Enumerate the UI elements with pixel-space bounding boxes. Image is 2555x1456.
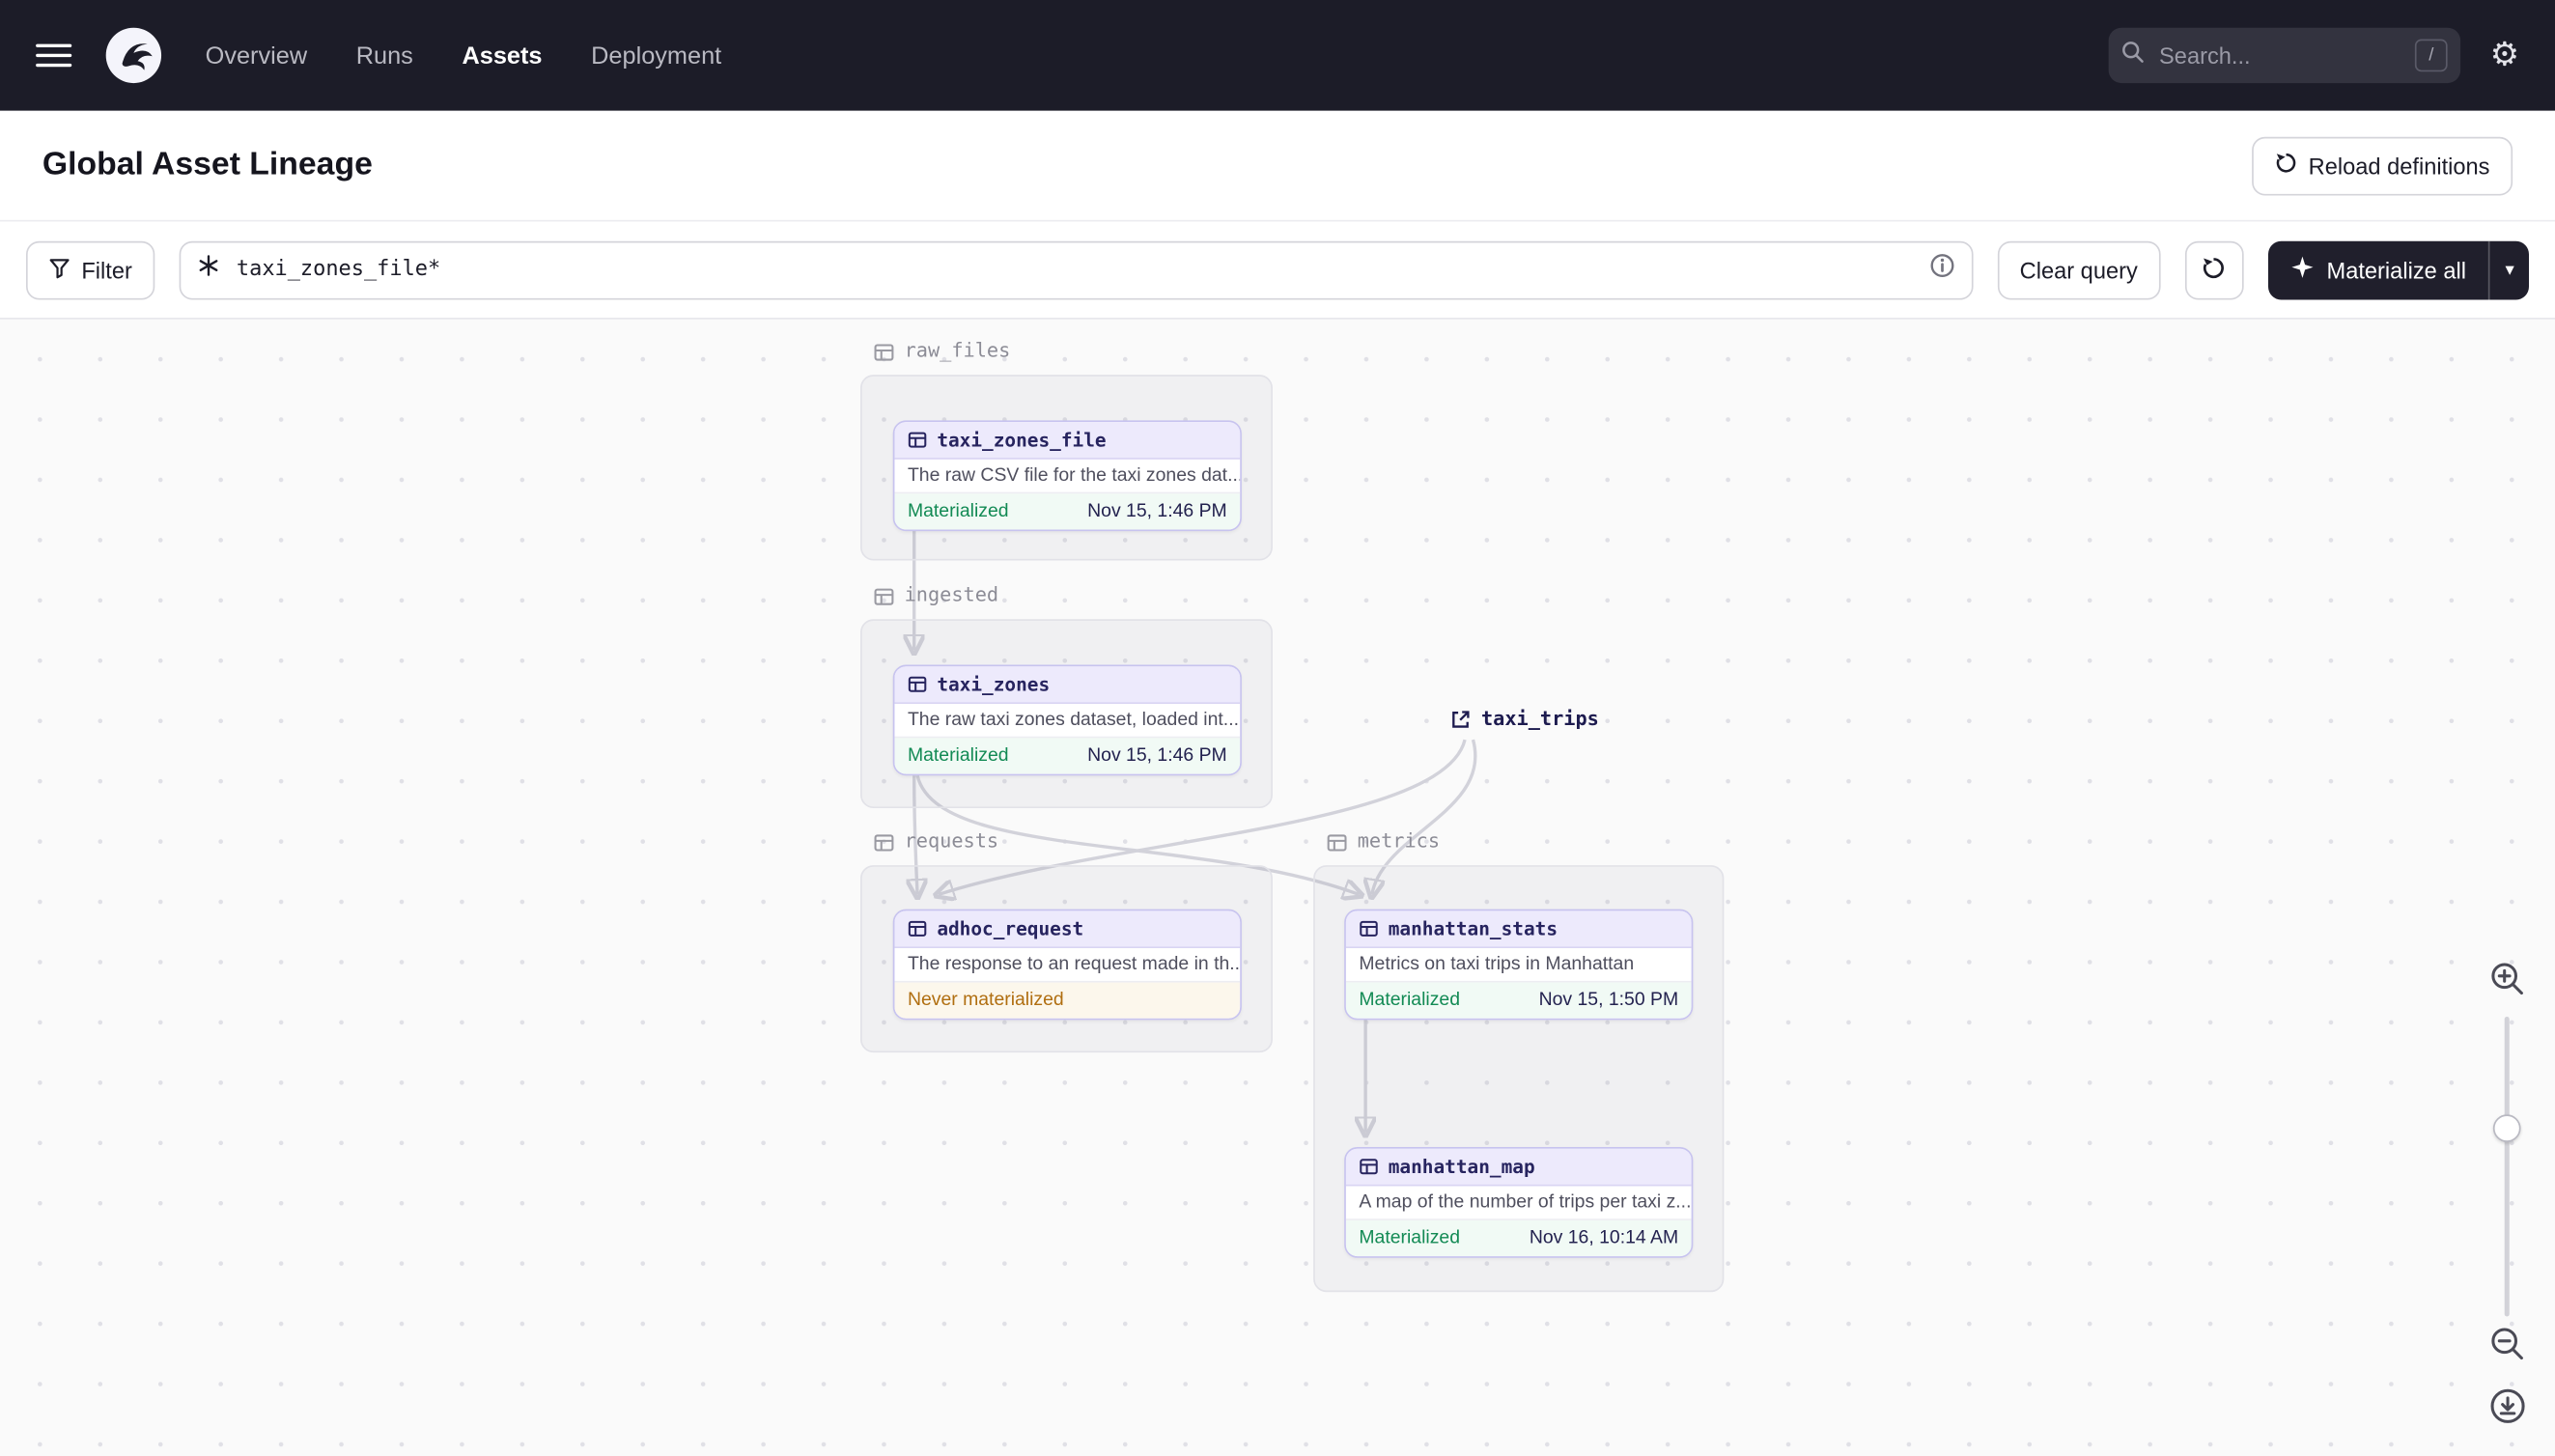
asset-description: Metrics on taxi trips in Manhattan [1345,948,1692,983]
group-label-ingested[interactable]: ingested [874,583,999,606]
dagster-logo-icon[interactable] [104,26,163,85]
nav-item-overview[interactable]: Overview [206,42,307,70]
filter-funnel-icon [49,257,70,283]
global-search[interactable]: / [2108,27,2461,84]
group-label-metrics[interactable]: metrics [1327,829,1440,853]
asset-status: Materialized [1359,1228,1460,1248]
materialize-all-button[interactable]: Materialize all [2268,240,2489,299]
info-icon[interactable] [1928,253,1954,287]
asset-title: taxi_zones_file [937,428,1107,452]
group-label-raw-files[interactable]: raw_files [874,339,1011,362]
nav-links: Overview Runs Assets Deployment [206,42,722,70]
reload-definitions-button[interactable]: Reload definitions [2251,135,2513,195]
dagster-app: Overview Runs Assets Deployment / ⚙ Glob… [0,0,2555,1456]
zoom-in-button[interactable] [2480,952,2534,1006]
search-icon [2121,40,2145,70]
table-icon [1360,1159,1378,1175]
materialize-all-split-button: Materialize all ▾ [2267,239,2529,299]
group-icon [874,343,894,360]
asset-node-adhoc-request[interactable]: adhoc_request The response to an request… [892,909,1242,1021]
materialize-all-label: Materialize all [2326,256,2466,283]
materialize-options-caret[interactable]: ▾ [2488,239,2529,299]
table-icon [1360,920,1378,937]
search-input[interactable] [2155,41,2343,70]
group-name: ingested [904,583,999,606]
nav-item-assets[interactable]: Assets [462,42,542,70]
clear-query-label: Clear query [2019,256,2138,283]
zoom-slider-track[interactable] [2503,1017,2509,1317]
top-navbar: Overview Runs Assets Deployment / ⚙ [0,0,2555,111]
table-icon [908,432,927,448]
filter-label: Filter [81,256,132,283]
asset-status: Materialized [1359,991,1460,1011]
hamburger-menu-icon[interactable] [36,43,72,68]
asset-timestamp: Nov 15, 1:46 PM [1087,745,1227,767]
table-icon [908,920,927,937]
sparkle-icon [2290,256,2314,284]
filter-button[interactable]: Filter [26,239,155,299]
settings-gear-icon[interactable]: ⚙ [2490,40,2519,72]
asset-description: The raw CSV file for the taxi zones dat.… [894,459,1241,494]
asset-selection-input[interactable] [233,255,1916,284]
zoom-slider-handle[interactable] [2492,1114,2521,1142]
asset-description: The response to an request made in th... [894,948,1241,983]
lineage-toolbar: Filter Clear query [0,221,2555,319]
group-name: metrics [1357,828,1441,853]
asset-description: A map of the number of trips per taxi z.… [1345,1186,1692,1220]
refresh-icon [2274,152,2297,180]
open-in-new-icon [1452,710,1470,727]
asset-node-taxi-zones-file[interactable]: taxi_zones_file The raw CSV file for the… [892,420,1242,532]
refresh-graph-button[interactable] [2184,239,2244,299]
nav-item-runs[interactable]: Runs [356,42,413,70]
recenter-download-button[interactable] [2480,1379,2534,1433]
asset-title: adhoc_request [937,917,1084,940]
asset-title: manhattan_stats [1388,917,1558,940]
asset-status: Materialized [907,745,1009,767]
asset-timestamp: Nov 15, 1:46 PM [1087,501,1227,521]
search-shortcut-badge: / [2414,39,2448,72]
lineage-edges [0,527,1477,1456]
group-icon [874,833,894,851]
asset-title: manhattan_map [1388,1155,1535,1179]
asset-node-manhattan-map[interactable]: manhattan_map A map of the number of tri… [1344,1147,1694,1258]
asset-node-manhattan-stats[interactable]: manhattan_stats Metrics on taxi trips in… [1344,909,1694,1021]
asset-node-taxi-zones[interactable]: taxi_zones The raw taxi zones dataset, l… [892,664,1242,776]
asset-description: The raw taxi zones dataset, loaded int..… [894,704,1241,739]
asset-selection-input-wrap [179,239,1973,299]
group-label-requests[interactable]: requests [874,828,999,853]
page-header: Global Asset Lineage Reload definitions [0,110,2555,222]
asset-selector-icon [197,254,220,285]
asset-status: Materialized [907,501,1009,521]
group-name: raw_files [904,339,1011,362]
clear-query-button[interactable]: Clear query [1997,239,2161,299]
asset-status: Never materialized [907,991,1064,1011]
zoom-out-button[interactable] [2480,1317,2534,1371]
group-name: requests [904,828,999,853]
asset-title: taxi_zones [937,672,1051,696]
external-asset-label: taxi_trips [1480,707,1599,730]
asset-timestamp: Nov 16, 10:14 AM [1529,1228,1679,1248]
group-icon [1327,833,1347,851]
asset-timestamp: Nov 15, 1:50 PM [1538,991,1679,1011]
nav-right-cluster: / ⚙ [2108,27,2519,84]
table-icon [908,676,927,692]
lineage-canvas[interactable]: raw_files ingested requests metrics taxi… [0,318,2555,1456]
nav-item-deployment[interactable]: Deployment [591,42,721,70]
group-icon [874,587,894,604]
zoom-slider[interactable] [2492,1017,2521,1317]
reload-definitions-label: Reload definitions [2308,152,2490,179]
page-title: Global Asset Lineage [42,146,373,182]
refresh-icon [2202,255,2226,284]
external-asset-taxi-trips[interactable]: taxi_trips [1450,707,1599,730]
